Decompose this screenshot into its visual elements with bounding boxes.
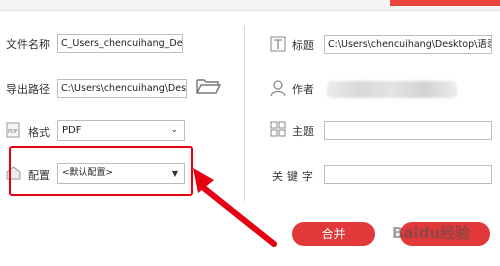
keywords-label: 关键字: [272, 170, 317, 183]
title-input[interactable]: C:\Users\chencuihang\Desktop\语录\: [324, 35, 492, 54]
subject-label: 主题: [292, 125, 314, 138]
title-icon: [270, 36, 286, 55]
column-divider: [244, 26, 245, 201]
keywords-input[interactable]: [324, 165, 492, 184]
author-label: 作者: [292, 83, 314, 96]
watermark: Baidu经验: [392, 224, 471, 242]
author-value-blurred[interactable]: [327, 81, 457, 98]
subject-icon: [270, 121, 286, 140]
merge-button[interactable]: 合并: [292, 222, 375, 246]
author-icon: [270, 79, 286, 100]
subject-input[interactable]: [324, 121, 492, 140]
title-label: 标题: [292, 39, 314, 52]
